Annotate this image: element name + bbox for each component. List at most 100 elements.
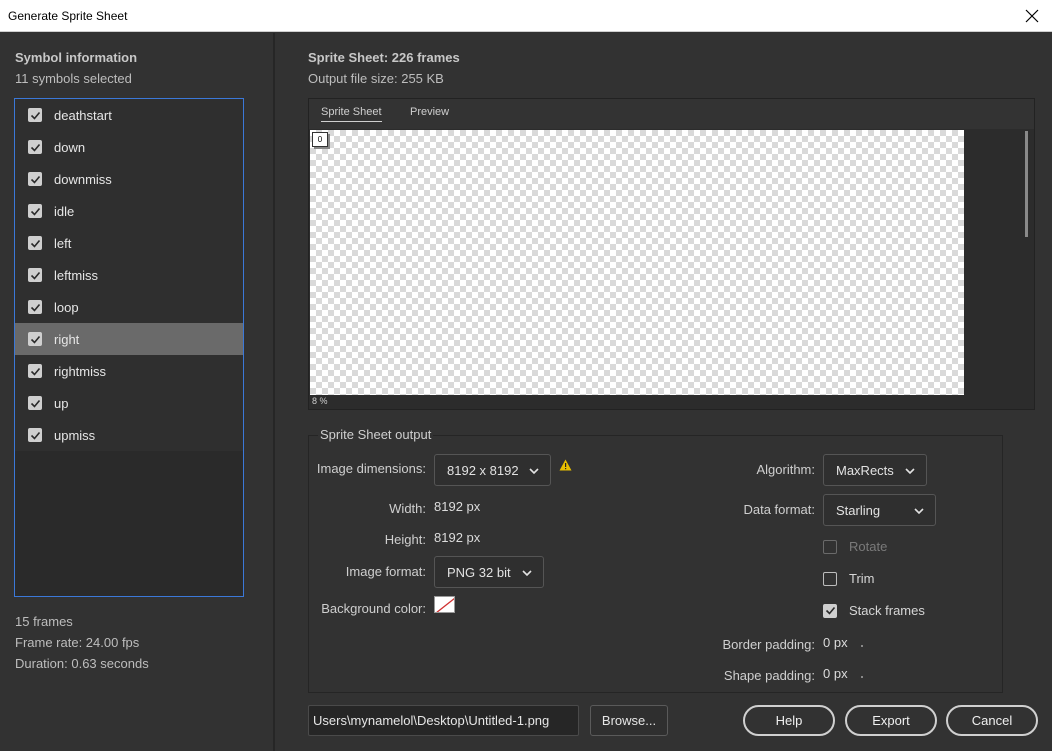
algorithm-label: Algorithm: xyxy=(756,462,815,477)
rotate-checkbox[interactable] xyxy=(823,539,837,554)
image-format-dropdown[interactable]: PNG 32 bit xyxy=(434,556,544,588)
image-format-value: PNG 32 bit xyxy=(447,564,511,580)
symbol-label: down xyxy=(54,139,86,155)
symbol-item-down[interactable]: down xyxy=(15,131,243,163)
no-color-icon xyxy=(436,597,454,612)
checkmark-icon xyxy=(30,399,40,408)
cancel-button[interactable]: Cancel xyxy=(946,705,1038,736)
help-button[interactable]: Help xyxy=(743,705,835,736)
symbol-label: up xyxy=(54,395,69,411)
stack-frames-label: Stack frames xyxy=(849,603,925,618)
algorithm-value: MaxRects xyxy=(836,462,894,478)
image-dimensions-label: Image dimensions: xyxy=(316,461,426,476)
trim-checkbox[interactable] xyxy=(823,571,837,586)
duration: Duration: 0.63 seconds xyxy=(15,656,149,671)
symbol-checkbox[interactable] xyxy=(28,108,42,122)
symbol-label: upmiss xyxy=(54,427,96,443)
background-color-label: Background color: xyxy=(321,601,426,616)
symbol-item-deathstart[interactable]: deathstart xyxy=(15,99,243,131)
sprite-sheet-heading: Sprite Sheet: 226 frames xyxy=(308,50,460,65)
export-button[interactable]: Export xyxy=(845,705,937,736)
window-title: Generate Sprite Sheet xyxy=(8,9,128,23)
checkmark-icon xyxy=(30,367,40,376)
close-icon xyxy=(1025,9,1039,23)
symbol-checkbox[interactable] xyxy=(28,204,42,218)
chevron-down-icon xyxy=(522,570,532,577)
tab-preview[interactable]: Preview xyxy=(410,106,449,121)
output-path-field[interactable]: Users\mynamelol\Desktop\Untitled-1.png xyxy=(308,705,579,736)
symbol-checkbox[interactable] xyxy=(28,332,42,346)
symbol-label: downmiss xyxy=(54,171,112,187)
browse-button[interactable]: Browse... xyxy=(590,705,668,736)
checkmark-icon xyxy=(30,303,40,312)
symbol-item-right[interactable]: right xyxy=(15,323,243,355)
checkmark-icon xyxy=(30,207,40,216)
trim-label: Trim xyxy=(849,571,875,586)
sprite-sheet-canvas[interactable]: 0 xyxy=(310,130,964,395)
chevron-down-icon xyxy=(905,468,915,475)
symbol-checkbox[interactable] xyxy=(28,428,42,442)
background-color-swatch[interactable] xyxy=(434,596,455,613)
stack-frames-checkbox[interactable] xyxy=(823,603,837,618)
symbol-checkbox[interactable] xyxy=(28,300,42,314)
chevron-down-icon xyxy=(914,508,924,515)
preview-scrollbar[interactable] xyxy=(1025,131,1028,237)
symbol-item-left[interactable]: left xyxy=(15,227,243,259)
border-padding-label: Border padding: xyxy=(722,637,815,652)
data-format-value: Starling xyxy=(836,502,881,518)
symbol-item-rightmiss[interactable]: rightmiss xyxy=(15,355,243,387)
image-dimensions-dropdown[interactable]: 8192 x 8192 xyxy=(434,454,551,486)
symbol-checkbox[interactable] xyxy=(28,396,42,410)
shape-padding-label: Shape padding: xyxy=(723,668,815,683)
symbol-label: rightmiss xyxy=(54,363,107,379)
title-bar: Generate Sprite Sheet xyxy=(0,0,1052,32)
symbol-item-loop[interactable]: loop xyxy=(15,291,243,323)
width-value[interactable]: 8192 px xyxy=(434,499,480,514)
symbol-info-heading: Symbol information xyxy=(15,50,138,65)
symbol-label: loop xyxy=(54,299,79,315)
symbol-item-up[interactable]: up xyxy=(15,387,243,419)
symbol-label: deathstart xyxy=(54,107,112,123)
symbol-checkbox[interactable] xyxy=(28,268,42,282)
trim-option[interactable]: Trim xyxy=(823,571,875,586)
symbol-item-upmiss[interactable]: upmiss xyxy=(15,419,243,451)
rotate-label: Rotate xyxy=(849,539,888,554)
symbol-checkbox[interactable] xyxy=(28,140,42,154)
frame-rate: Frame rate: 24.00 fps xyxy=(15,635,140,650)
symbol-item-idle[interactable]: idle xyxy=(15,195,243,227)
checkmark-icon xyxy=(30,431,40,440)
checkmark-icon xyxy=(30,175,40,184)
selected-count: 11 symbols selected xyxy=(15,71,132,86)
symbol-item-downmiss[interactable]: downmiss xyxy=(15,163,243,195)
symbol-item-leftmiss[interactable]: leftmiss xyxy=(15,259,243,291)
tab-sprite-sheet[interactable]: Sprite Sheet xyxy=(321,106,382,122)
symbol-list[interactable]: deathstart down downmiss idle left leftmiss lo… xyxy=(14,98,244,597)
symbol-label: left xyxy=(54,235,72,251)
image-format-label: Image format: xyxy=(345,564,426,579)
symbol-checkbox[interactable] xyxy=(28,364,42,378)
algorithm-dropdown[interactable]: MaxRects xyxy=(823,454,927,486)
rotate-option[interactable]: Rotate xyxy=(823,539,887,554)
symbol-checkbox[interactable] xyxy=(28,172,42,186)
height-value[interactable]: 8192 px xyxy=(434,530,480,545)
border-padding-value[interactable]: 0 px xyxy=(823,635,848,650)
symbol-label: right xyxy=(54,331,80,347)
checkmark-icon xyxy=(825,606,835,615)
checkmark-icon xyxy=(30,111,40,120)
stack-frames-option[interactable]: Stack frames xyxy=(823,603,925,618)
checkmark-icon xyxy=(30,239,40,248)
symbol-checkbox[interactable] xyxy=(28,236,42,250)
data-format-label: Data format: xyxy=(743,502,815,517)
height-label: Height: xyxy=(384,532,426,547)
shape-padding-underline xyxy=(861,676,863,678)
checkmark-icon xyxy=(30,335,40,344)
symbol-label: leftmiss xyxy=(54,267,99,283)
warning-icon xyxy=(559,459,572,471)
data-format-dropdown[interactable]: Starling xyxy=(823,494,936,526)
output-file-size: Output file size: 255 KB xyxy=(308,71,444,86)
symbol-stats: 15 frames Frame rate: 24.00 fps Duration… xyxy=(15,611,149,674)
close-button[interactable] xyxy=(1012,0,1052,32)
shape-padding-value[interactable]: 0 px xyxy=(823,666,848,681)
border-padding-underline xyxy=(861,645,863,647)
output-legend: Sprite Sheet output xyxy=(318,427,434,442)
